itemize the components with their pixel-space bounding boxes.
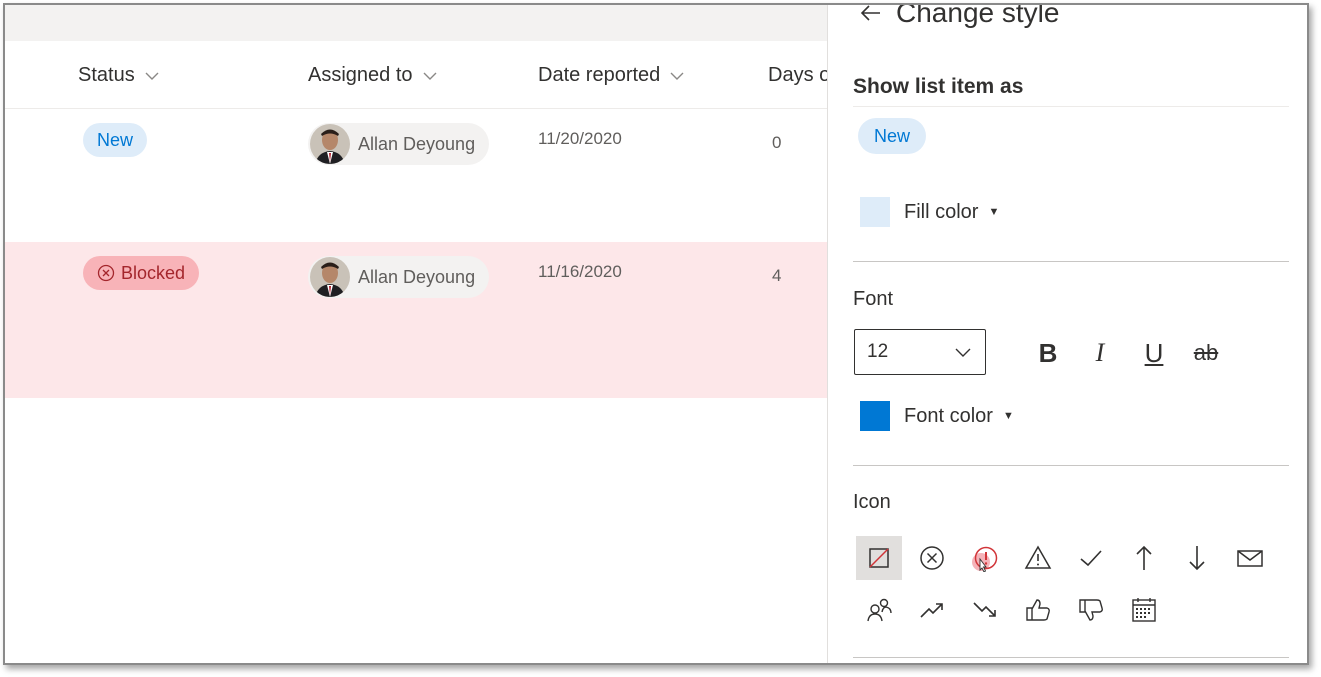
column-header-status[interactable]: Status	[78, 64, 161, 87]
people-icon[interactable]	[856, 588, 902, 632]
none-icon[interactable]	[856, 536, 902, 580]
underline-button[interactable]: U	[1136, 335, 1172, 371]
avatar	[310, 257, 350, 297]
fill-color-swatch	[860, 197, 890, 227]
trending-down-icon[interactable]	[962, 588, 1008, 632]
thumbs-down-icon[interactable]	[1068, 588, 1114, 632]
icon-heading: Icon	[853, 491, 891, 513]
font-color-swatch	[860, 401, 890, 431]
column-header-date-reported[interactable]: Date reported	[538, 64, 686, 87]
style-preview-pill: New	[858, 118, 927, 154]
strikethrough-button[interactable]: ab	[1188, 335, 1224, 371]
date-cell: 11/16/2020	[538, 262, 622, 281]
list-row[interactable]: Blocked Allan Deyoung 11/16/2020 4	[5, 242, 827, 398]
warning-icon[interactable]	[1015, 536, 1061, 580]
chevron-down-icon	[423, 72, 437, 80]
check-icon[interactable]	[1068, 536, 1114, 580]
back-arrow-icon[interactable]	[858, 3, 884, 26]
divider	[853, 261, 1289, 262]
days-cell: 0	[772, 133, 782, 152]
column-header-days[interactable]: Days o	[768, 64, 830, 87]
mail-icon[interactable]	[1227, 536, 1273, 580]
calendar-icon[interactable]	[1121, 588, 1167, 632]
avatar	[310, 124, 350, 164]
person-chip[interactable]: Allan Deyoung	[308, 256, 490, 298]
chevron-down-icon	[670, 72, 684, 80]
window-frame: Status Assigned to Date reported Days o …	[3, 3, 1309, 665]
arrow-down-icon[interactable]	[1174, 536, 1220, 580]
column-header-assigned-to[interactable]: Assigned to	[308, 64, 439, 87]
status-badge: Blocked	[83, 256, 200, 290]
show-as-heading: Show list item as	[853, 75, 1024, 98]
divider	[853, 465, 1289, 466]
list-header: Status Assigned to Date reported Days o	[5, 42, 830, 109]
fill-color-picker[interactable]: Fill color ▼	[860, 197, 999, 227]
circle-x-icon[interactable]	[909, 536, 955, 580]
arrow-up-icon[interactable]	[1121, 536, 1167, 580]
caret-down-icon: ▼	[988, 206, 1000, 218]
chevron-down-icon	[145, 72, 159, 80]
divider	[853, 657, 1289, 658]
days-cell: 4	[772, 266, 782, 285]
panel-title: Change style	[858, 3, 1059, 29]
font-color-picker[interactable]: Font color ▼	[860, 401, 1014, 431]
divider	[853, 106, 1289, 107]
top-bar	[5, 5, 827, 41]
person-chip[interactable]: Allan Deyoung	[308, 123, 490, 165]
caret-down-icon: ▼	[1002, 410, 1014, 422]
chevron-down-icon	[955, 348, 971, 357]
list-row[interactable]: New Allan Deyoung 11/20/2020 0	[5, 109, 827, 242]
bold-button[interactable]: B	[1030, 335, 1066, 371]
italic-button[interactable]: I	[1082, 335, 1118, 371]
change-style-panel: Change style Show list item as New Fill …	[827, 3, 1307, 663]
circle-x-icon	[97, 264, 115, 282]
status-badge: New	[83, 123, 148, 157]
trending-up-icon[interactable]	[909, 588, 955, 632]
alert-circle-icon[interactable]	[962, 536, 1008, 580]
font-size-dropdown[interactable]: 12	[854, 329, 986, 375]
font-heading: Font	[853, 288, 894, 310]
date-cell: 11/20/2020	[538, 129, 622, 148]
thumbs-up-icon[interactable]	[1015, 588, 1061, 632]
